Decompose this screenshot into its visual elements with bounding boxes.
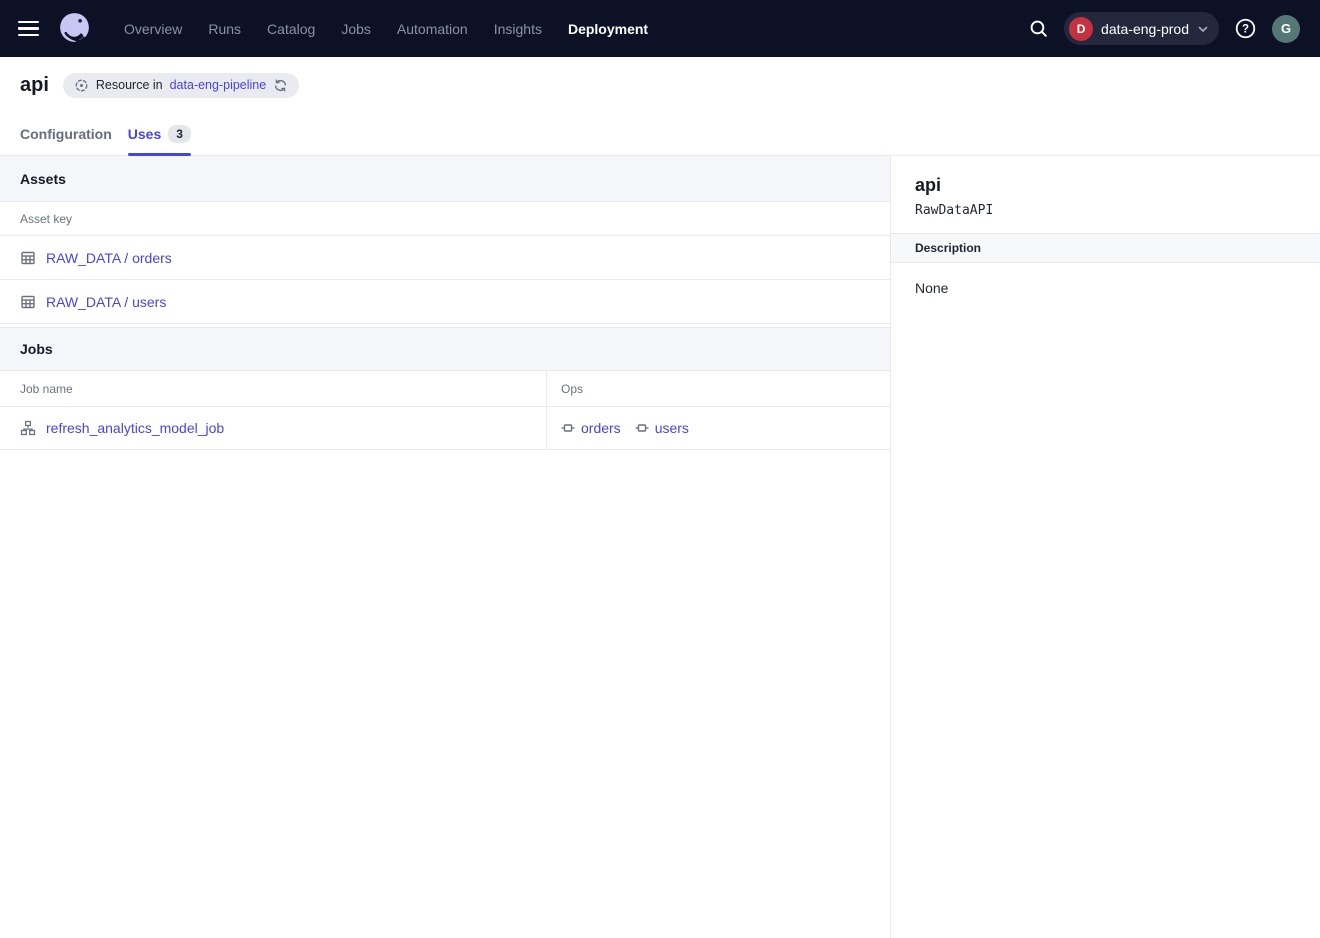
resource-detail-panel: api RawDataAPI Description None	[890, 156, 1320, 938]
job-name-column-header: Job name	[0, 371, 547, 406]
panel-header: api RawDataAPI	[891, 156, 1320, 233]
tab-configuration[interactable]: Configuration	[20, 113, 112, 155]
table-row: RAW_DATA / orders	[0, 236, 890, 280]
content-area: Assets Asset key	[0, 156, 1320, 938]
deployment-switcher[interactable]: D data-eng-prod	[1064, 12, 1219, 45]
table-row: RAW_DATA / users	[0, 280, 890, 324]
nav-item-overview[interactable]: Overview	[111, 0, 195, 57]
resource-icon	[74, 78, 89, 93]
nav-right-cluster: D data-eng-prod ? G	[1028, 12, 1300, 45]
svg-text:?: ?	[1242, 23, 1249, 35]
nav-item-automation[interactable]: Automation	[384, 0, 481, 57]
page-title: api	[20, 74, 49, 97]
asset-table-icon	[20, 250, 36, 266]
asset-link[interactable]: RAW_DATA / users	[46, 294, 166, 310]
nav-item-insights[interactable]: Insights	[481, 0, 555, 57]
job-icon	[20, 420, 36, 436]
jobs-section-header: Jobs	[0, 327, 890, 371]
op-chip: users	[635, 420, 689, 436]
op-chip: orders	[561, 420, 621, 436]
search-icon[interactable]	[1028, 18, 1049, 39]
top-nav: Overview Runs Catalog Jobs Automation In…	[0, 0, 1320, 57]
description-section-header: Description	[891, 233, 1320, 263]
table-row: refresh_analytics_model_job or	[0, 407, 890, 450]
user-avatar[interactable]: G	[1272, 15, 1300, 43]
nav-item-jobs[interactable]: Jobs	[328, 0, 384, 57]
nav-item-runs[interactable]: Runs	[195, 0, 254, 57]
tab-bar: Configuration Uses 3	[0, 113, 1320, 156]
page-header: api Resource in data-eng-pipeline	[0, 57, 1320, 113]
asset-key-column-header: Asset key	[0, 212, 92, 226]
op-link[interactable]: users	[655, 420, 689, 436]
op-link[interactable]: orders	[581, 420, 621, 436]
job-link[interactable]: refresh_analytics_model_job	[46, 420, 224, 436]
uses-main: Assets Asset key	[0, 156, 890, 938]
dagster-logo-icon[interactable]	[56, 10, 93, 47]
assets-section: Assets Asset key	[0, 156, 890, 324]
deployment-name: data-eng-prod	[1101, 21, 1189, 37]
app-root: Overview Runs Catalog Jobs Automation In…	[0, 0, 1320, 938]
chevron-down-icon	[1197, 23, 1209, 35]
op-icon	[561, 422, 575, 434]
deployment-initial-badge: D	[1069, 17, 1093, 41]
sync-icon[interactable]	[273, 78, 288, 93]
jobs-column-header-row: Job name Ops	[0, 371, 890, 407]
ops-column-header: Ops	[547, 371, 890, 406]
tab-uses-count-badge: 3	[168, 125, 191, 143]
code-location-link[interactable]: data-eng-pipeline	[170, 78, 267, 92]
primary-nav: Overview Runs Catalog Jobs Automation In…	[111, 0, 661, 57]
resource-badge-text: Resource in	[96, 78, 163, 92]
panel-resource-type: RawDataAPI	[915, 203, 1296, 218]
resource-badge: Resource in data-eng-pipeline	[63, 73, 299, 98]
assets-section-header: Assets	[0, 156, 890, 202]
nav-item-deployment[interactable]: Deployment	[555, 0, 661, 57]
asset-link[interactable]: RAW_DATA / orders	[46, 250, 172, 266]
description-value: None	[891, 263, 1320, 313]
help-icon[interactable]: ?	[1234, 17, 1257, 40]
nav-item-catalog[interactable]: Catalog	[254, 0, 328, 57]
op-icon	[635, 422, 649, 434]
assets-column-header-row: Asset key	[0, 202, 890, 236]
panel-resource-name: api	[915, 175, 1296, 196]
tab-uses-label: Uses	[128, 126, 161, 142]
jobs-section: Jobs Job name Ops	[0, 327, 890, 450]
tab-configuration-label: Configuration	[20, 126, 112, 142]
asset-table-icon	[20, 294, 36, 310]
tab-uses[interactable]: Uses 3	[128, 113, 191, 155]
menu-icon[interactable]	[18, 17, 42, 41]
